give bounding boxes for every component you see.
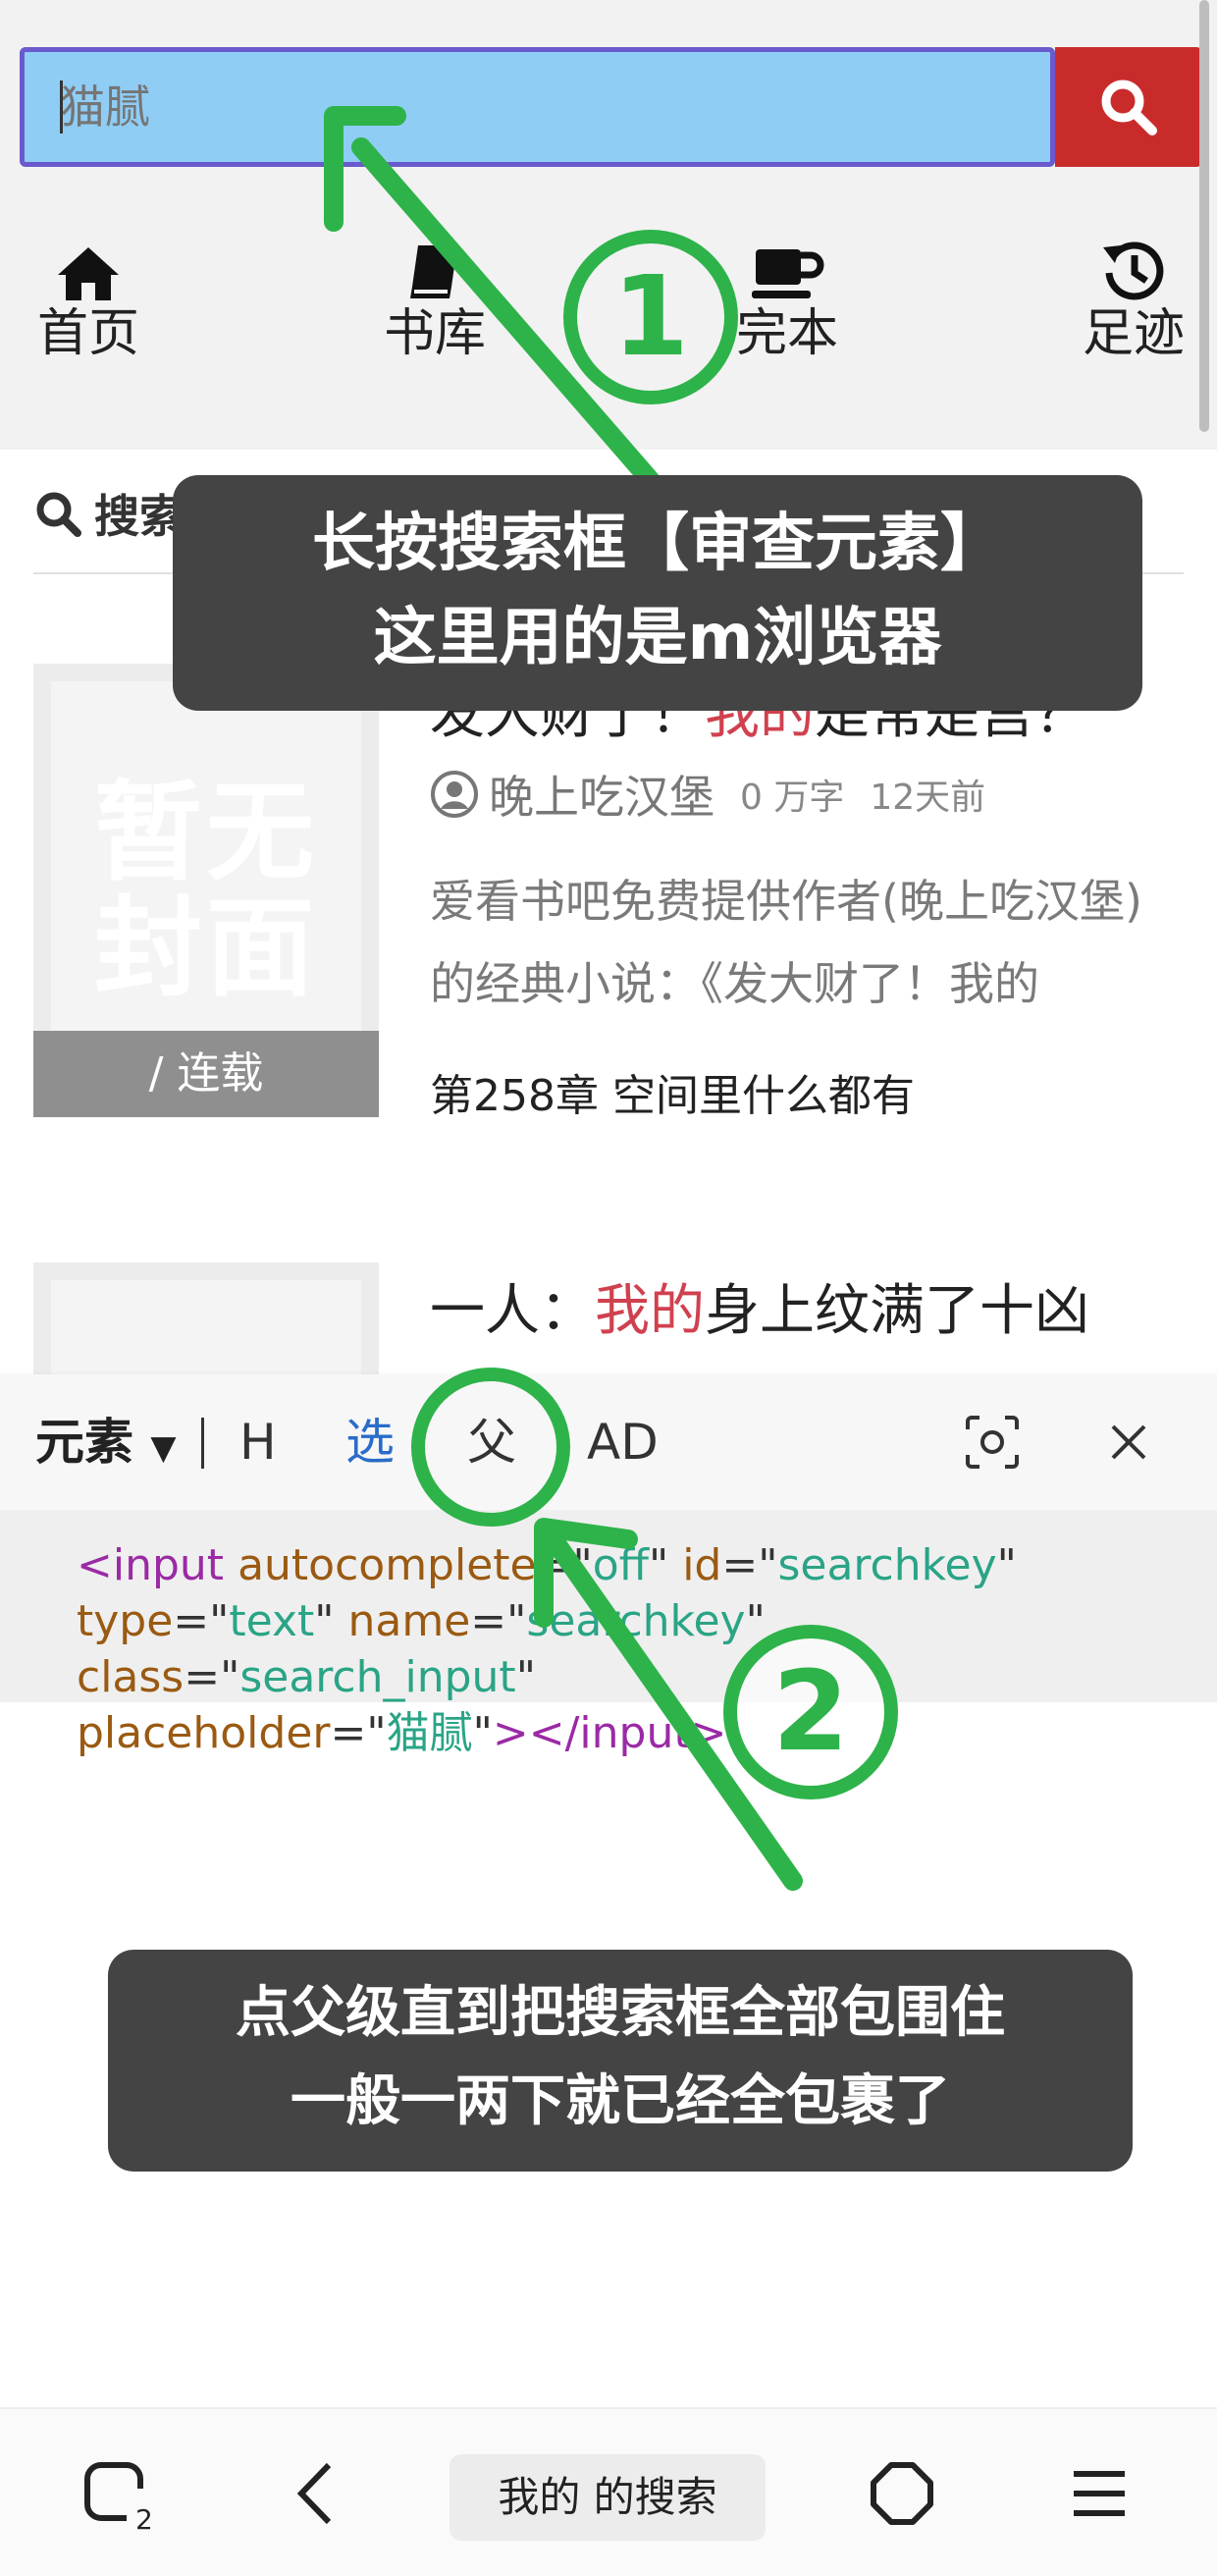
callout-line: 这里用的是m浏览器 [373,602,942,674]
tabs-button[interactable]: 2 [75,2409,163,2576]
tutorial-overlay [324,106,898,1891]
search-pill[interactable]: 我的 的搜索 [450,2454,766,2541]
tab-count: 2 [135,2503,153,2536]
instruction-callout-2: 点父级直到把搜索框全部包围住 一般一两下就已经全包裹了 [108,1950,1133,2172]
step-1-number: 1 [612,253,689,381]
back-icon [296,2462,332,2525]
callout-line: 一般一两下就已经全包裹了 [291,2069,950,2133]
parent-button-highlight [411,1368,570,1527]
callout-line: 点父级直到把搜索框全部包围住 [236,1981,1005,2045]
home-circle-icon [871,2462,933,2525]
home-button[interactable] [860,2409,944,2576]
instruction-callout-1: 长按搜索框【审查元素】 这里用的是m浏览器 [173,475,1142,711]
browser-bottom-bar: 2 我的 的搜索 [0,2407,1217,2576]
step-2-number: 2 [772,1648,849,1776]
menu-button[interactable] [1060,2409,1138,2576]
callout-line: 长按搜索框【审查元素】 [312,508,1003,580]
back-button[interactable] [281,2409,349,2576]
menu-icon [1074,2471,1125,2516]
